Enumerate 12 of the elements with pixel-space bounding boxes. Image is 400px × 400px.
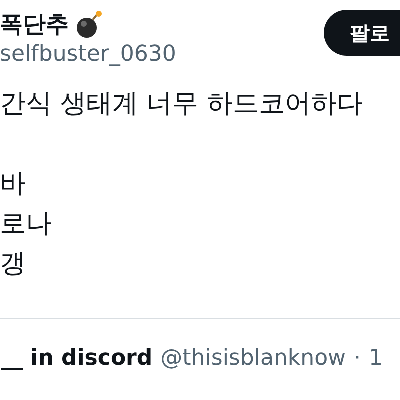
author-name: 폭단추	[0, 11, 69, 40]
follow-button[interactable]: 팔로	[324, 10, 400, 56]
separator: ·	[354, 344, 362, 372]
quoted-author-handle: @thisisblanknow	[160, 344, 346, 372]
tweet-text: 간식 생태계 너무 하드코어하다	[0, 88, 364, 121]
bomb-icon	[75, 10, 105, 40]
quoted-time: 1	[369, 344, 384, 372]
tweet-text: 갱	[0, 248, 27, 281]
tweet-text: 바	[0, 168, 27, 201]
author-handle: selfbuster_0630	[0, 41, 176, 69]
quoted-author-name: __ in discord	[1, 344, 153, 372]
tweet-text: 로나	[0, 208, 53, 241]
